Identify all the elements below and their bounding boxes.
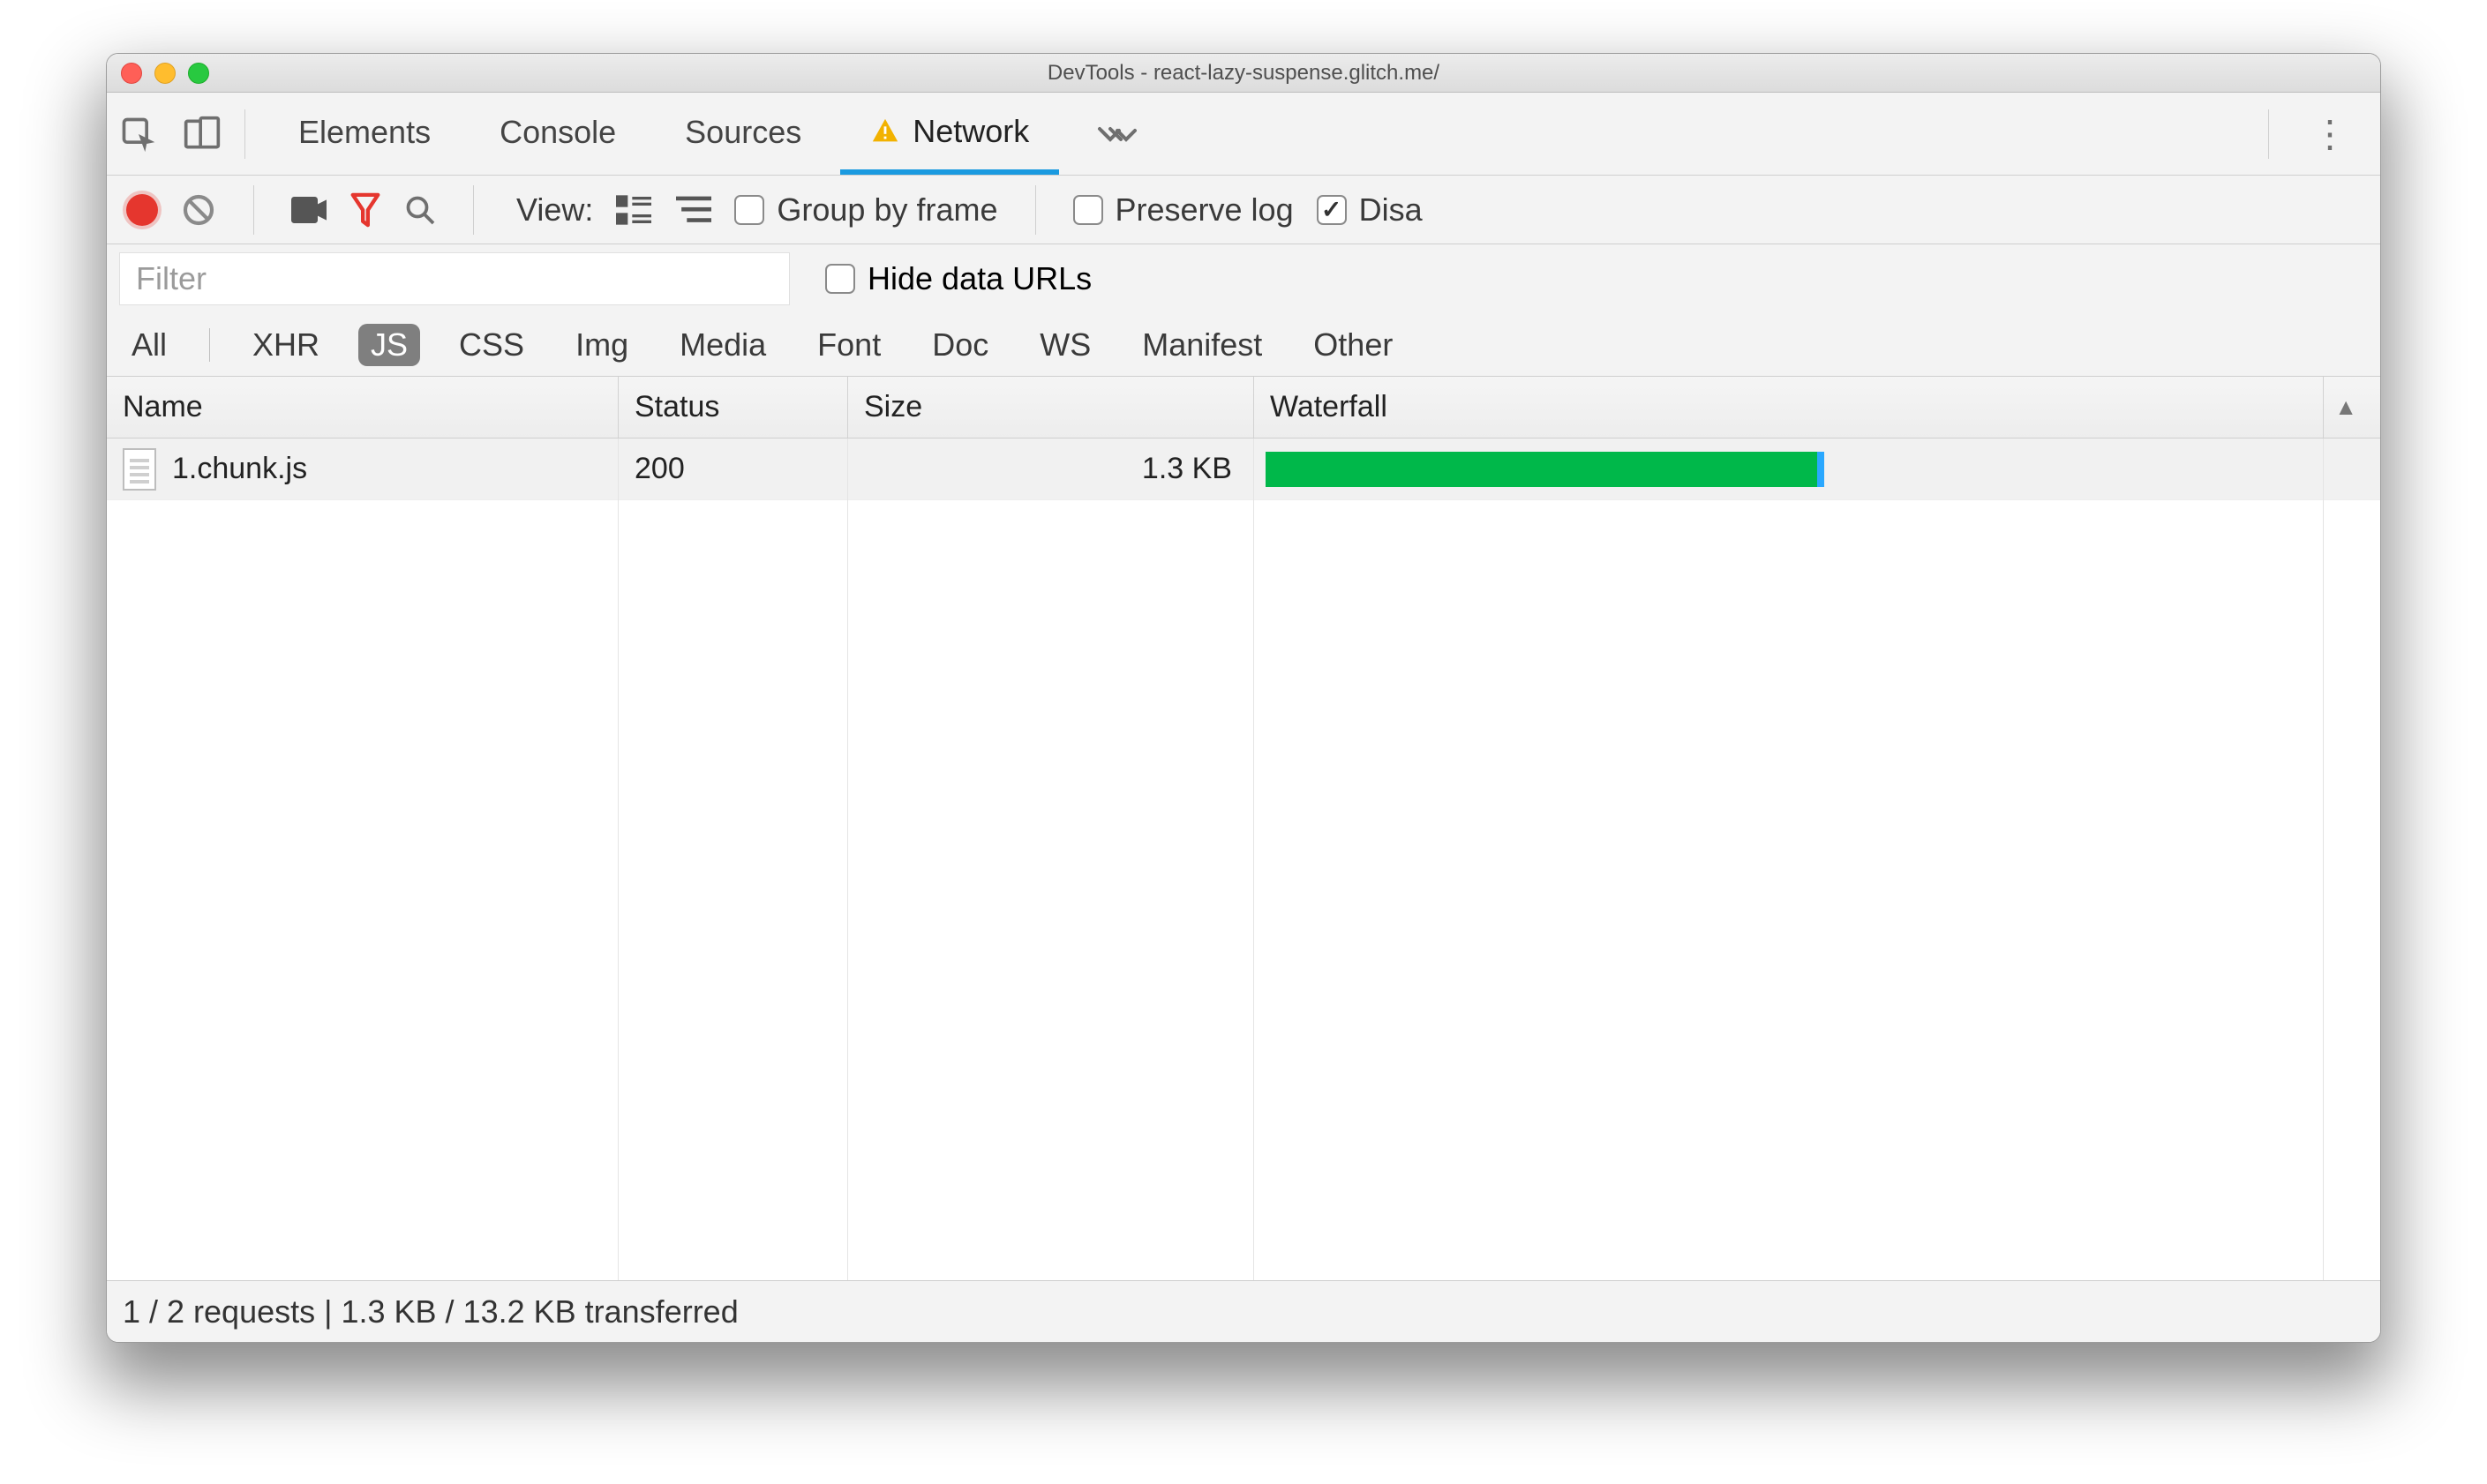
settings-menu-icon[interactable]: ⋮ bbox=[2292, 112, 2368, 155]
waterfall-bar bbox=[1266, 452, 1817, 487]
table-header: Name Status Size Waterfall ▲ bbox=[107, 377, 2380, 438]
disable-cache-checkbox[interactable]: Disa bbox=[1317, 191, 1423, 229]
type-ws[interactable]: WS bbox=[1027, 324, 1103, 366]
clear-icon[interactable] bbox=[181, 192, 216, 228]
filter-row: Filter Hide data URLs bbox=[107, 244, 2380, 313]
table-row[interactable]: 1.chunk.js 200 1.3 KB bbox=[107, 438, 2380, 500]
status-text: 1 / 2 requests | 1.3 KB / 13.2 KB transf… bbox=[123, 1293, 739, 1330]
requests-table: Name Status Size Waterfall ▲ 1.chunk.js … bbox=[107, 377, 2380, 1280]
record-button[interactable] bbox=[126, 194, 158, 226]
tab-label: Network bbox=[913, 113, 1029, 150]
col-label: Name bbox=[123, 390, 203, 424]
minimize-window-button[interactable] bbox=[154, 63, 176, 84]
tab-console[interactable]: Console bbox=[470, 93, 646, 175]
group-by-frame-checkbox[interactable]: Group by frame bbox=[734, 191, 997, 229]
inspect-element-icon[interactable] bbox=[119, 115, 158, 154]
large-rows-icon[interactable] bbox=[616, 194, 651, 226]
hide-data-urls-checkbox[interactable]: Hide data URLs bbox=[825, 260, 1092, 297]
divider bbox=[473, 185, 474, 235]
window-title: DevTools - react-lazy-suspense.glitch.me… bbox=[1048, 61, 1439, 86]
tab-label: Elements bbox=[298, 114, 431, 151]
close-window-button[interactable] bbox=[121, 63, 142, 84]
col-size[interactable]: Size bbox=[848, 377, 1254, 438]
type-media[interactable]: Media bbox=[667, 324, 778, 366]
tab-network[interactable]: Network bbox=[840, 93, 1059, 175]
col-status[interactable]: Status bbox=[619, 377, 848, 438]
type-js[interactable]: JS bbox=[358, 324, 420, 366]
titlebar: DevTools - react-lazy-suspense.glitch.me… bbox=[107, 54, 2380, 93]
divider bbox=[244, 109, 245, 159]
cell-name: 1.chunk.js bbox=[107, 438, 619, 499]
request-name: 1.chunk.js bbox=[172, 452, 307, 486]
tab-label: Console bbox=[500, 114, 616, 151]
type-xhr[interactable]: XHR bbox=[240, 324, 332, 366]
devtools-window: DevTools - react-lazy-suspense.glitch.me… bbox=[106, 53, 2381, 1343]
filter-icon[interactable] bbox=[349, 192, 381, 228]
search-icon[interactable] bbox=[404, 194, 436, 226]
filter-placeholder: Filter bbox=[136, 260, 207, 297]
type-doc[interactable]: Doc bbox=[920, 324, 1001, 366]
preserve-log-checkbox[interactable]: Preserve log bbox=[1073, 191, 1294, 229]
cell-status: 200 bbox=[619, 438, 848, 499]
resource-type-filters: All XHR JS CSS Img Media Font Doc WS Man… bbox=[107, 313, 2380, 377]
tab-sources[interactable]: Sources bbox=[655, 93, 831, 175]
divider bbox=[209, 328, 210, 362]
size-value: 1.3 KB bbox=[1142, 452, 1232, 486]
checkbox-icon bbox=[1317, 195, 1347, 225]
type-all[interactable]: All bbox=[119, 324, 179, 366]
type-other[interactable]: Other bbox=[1301, 324, 1405, 366]
status-bar: 1 / 2 requests | 1.3 KB / 13.2 KB transf… bbox=[107, 1280, 2380, 1342]
type-font[interactable]: Font bbox=[805, 324, 893, 366]
type-manifest[interactable]: Manifest bbox=[1130, 324, 1274, 366]
cell-waterfall bbox=[1254, 438, 2380, 499]
col-label: Status bbox=[635, 390, 719, 424]
checkbox-icon bbox=[734, 195, 764, 225]
traffic-lights bbox=[121, 63, 209, 84]
col-sort-indicator[interactable]: ▲ bbox=[2324, 377, 2380, 438]
checkbox-label: Disa bbox=[1359, 191, 1423, 229]
checkbox-label: Preserve log bbox=[1116, 191, 1294, 229]
capture-screenshots-icon[interactable] bbox=[291, 196, 327, 224]
panel-tabs: Elements Console Sources Network ⋮ bbox=[107, 93, 2380, 176]
divider bbox=[1035, 185, 1036, 235]
view-label: View: bbox=[516, 191, 593, 229]
warning-icon bbox=[870, 116, 900, 146]
divider bbox=[253, 185, 254, 235]
checkbox-label: Group by frame bbox=[777, 191, 997, 229]
col-waterfall[interactable]: Waterfall bbox=[1254, 377, 2324, 438]
filter-input[interactable]: Filter bbox=[119, 252, 790, 305]
col-label: Size bbox=[864, 390, 922, 424]
checkbox-icon bbox=[825, 264, 855, 294]
type-css[interactable]: CSS bbox=[447, 324, 537, 366]
status-value: 200 bbox=[635, 452, 685, 486]
checkbox-icon bbox=[1073, 195, 1103, 225]
js-file-icon bbox=[123, 448, 156, 491]
toggle-device-toolbar-icon[interactable] bbox=[183, 115, 222, 154]
checkbox-label: Hide data URLs bbox=[868, 260, 1092, 297]
sort-triangle-icon: ▲ bbox=[2334, 393, 2357, 421]
table-body: 1.chunk.js 200 1.3 KB bbox=[107, 438, 2380, 1280]
tab-label: Sources bbox=[685, 114, 801, 151]
overview-icon[interactable] bbox=[676, 194, 711, 226]
fullscreen-window-button[interactable] bbox=[188, 63, 209, 84]
cell-size: 1.3 KB bbox=[848, 438, 1254, 499]
network-toolbar: View: Group by frame Preserve log D bbox=[107, 176, 2380, 244]
tab-elements[interactable]: Elements bbox=[268, 93, 461, 175]
more-tabs-icon[interactable] bbox=[1068, 121, 1163, 147]
col-name[interactable]: Name bbox=[107, 377, 619, 438]
divider bbox=[2268, 109, 2269, 159]
type-img[interactable]: Img bbox=[563, 324, 641, 366]
col-label: Waterfall bbox=[1270, 390, 1387, 424]
